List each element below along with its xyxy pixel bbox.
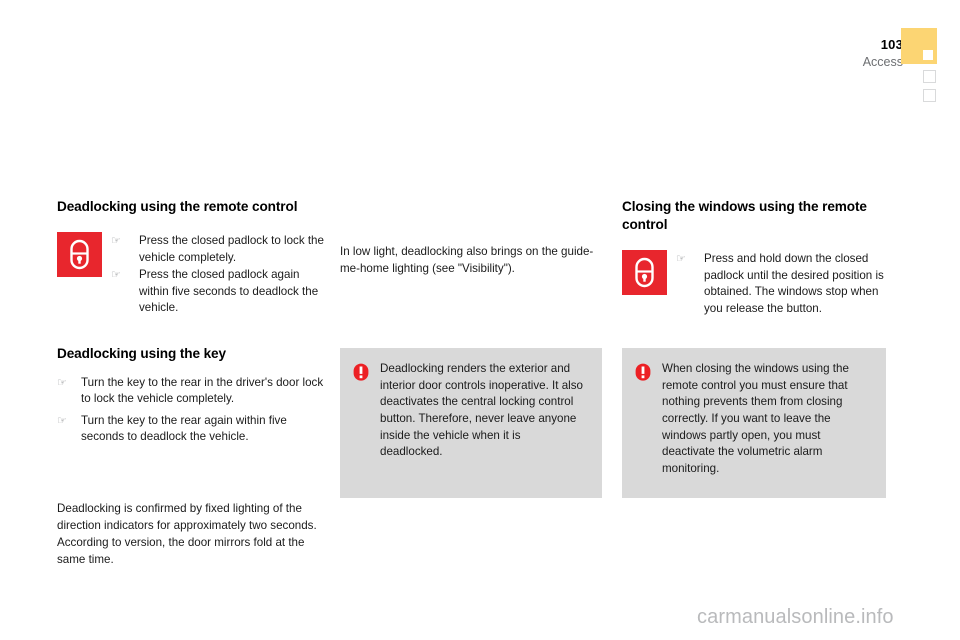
closed-padlock-icon — [57, 232, 102, 278]
closing-windows-block: ☞ Press and hold down the closed padlock… — [622, 250, 886, 318]
deadlocking-confirmation-paragraph: Deadlocking is confirmed by fixed lighti… — [57, 502, 317, 566]
list-item: ☞ Turn the key to the rear again within … — [57, 413, 325, 446]
heading-deadlocking-key: Deadlocking using the key — [57, 346, 226, 362]
warning-panel-deadlocking: Deadlocking renders the exterior and int… — [340, 348, 602, 498]
deadlocking-remote-block: ☞ Press the closed padlock to lock the v… — [57, 232, 325, 317]
section-name: Access — [862, 54, 903, 69]
chapter-tab-marker — [923, 50, 933, 60]
list-item-text: Press the closed padlock to lock the veh… — [139, 234, 324, 264]
chapter-tab-3[interactable] — [923, 89, 936, 102]
chapter-tab-2[interactable] — [923, 70, 936, 83]
pointing-hand-icon: ☞ — [57, 414, 67, 427]
list-item: ☞ Press the closed padlock again within … — [111, 267, 325, 316]
heading-deadlocking-remote: Deadlocking using the remote control — [57, 199, 298, 214]
header-labels: 103 Access — [862, 37, 903, 69]
list-item-text: Turn the key to the rear again within fi… — [81, 413, 287, 444]
list-item: ☞ Press and hold down the closed padlock… — [676, 251, 886, 317]
page-number: 103 — [880, 37, 903, 52]
pointing-hand-icon: ☞ — [111, 235, 121, 248]
warning-text: When closing the windows using the remot… — [662, 362, 849, 476]
pointing-hand-icon: ☞ — [111, 269, 121, 282]
warning-exclamation-icon — [634, 361, 654, 382]
deadlocking-key-bullets: ☞ Turn the key to the rear in the driver… — [57, 375, 325, 446]
middle-column: In low light, deadlocking also brings on… — [340, 198, 602, 277]
list-item-text: Press the closed padlock again within fi… — [139, 268, 319, 315]
site-watermark: carmanualsonline.info — [697, 606, 894, 628]
chapter-tab-active[interactable] — [901, 28, 937, 64]
left-column: Deadlocking using the remote control ☞ P… — [57, 198, 325, 568]
list-item-text: Turn the key to the rear in the driver's… — [81, 375, 324, 406]
warning-text: Deadlocking renders the exterior and int… — [380, 362, 583, 459]
manual-page: 103 Access Deadlocking using the remote … — [0, 0, 960, 640]
pointing-hand-icon: ☞ — [676, 253, 686, 266]
deadlocking-remote-bullets: ☞ Press the closed padlock to lock the v… — [102, 232, 325, 317]
warning-panel-closing-windows: When closing the windows using the remot… — [622, 348, 886, 498]
pointing-hand-icon: ☞ — [57, 376, 67, 389]
list-item-text: Press and hold down the closed padlock u… — [704, 252, 884, 315]
warning-exclamation-icon — [352, 361, 372, 382]
page-header: 103 Access — [0, 28, 960, 128]
low-light-paragraph: In low light, deadlocking also brings on… — [340, 245, 594, 275]
heading-closing-windows-remote: Closing the windows using the remote con… — [622, 199, 867, 233]
list-item: ☞ Turn the key to the rear in the driver… — [57, 375, 325, 408]
closed-padlock-icon — [622, 250, 667, 296]
closing-windows-bullets: ☞ Press and hold down the closed padlock… — [667, 250, 886, 318]
right-column: Closing the windows using the remote con… — [622, 198, 886, 318]
list-item: ☞ Press the closed padlock to lock the v… — [111, 233, 325, 266]
